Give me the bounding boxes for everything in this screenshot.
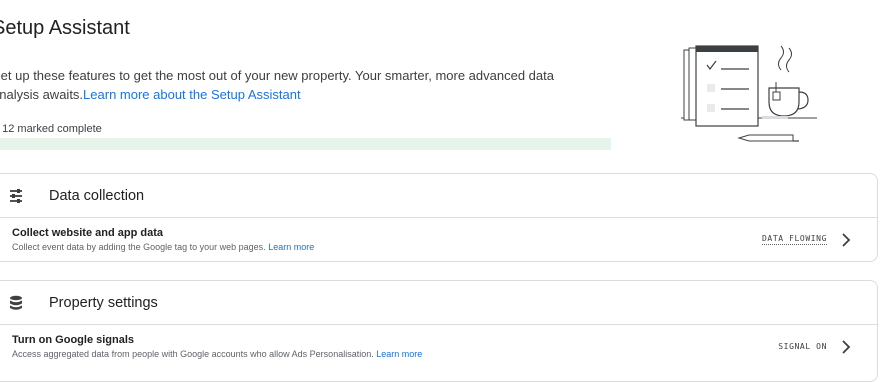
data-collection-card: Data collection Collect website and app … [0, 173, 878, 262]
progress-text: / 12 marked complete [0, 123, 102, 135]
database-icon [8, 295, 24, 311]
page-description: Set up these features to get the most ou… [0, 66, 592, 104]
task-description: Collect event data by adding the Google … [12, 242, 762, 252]
data-collection-header: Data collection [0, 174, 877, 218]
turn-on-google-signals-row[interactable]: Turn on Google signals Access aggregated… [0, 325, 877, 368]
property-settings-header: Property settings [0, 281, 877, 325]
chevron-right-icon[interactable] [841, 339, 851, 354]
section-title: Data collection [49, 187, 145, 204]
task-description-text: Collect event data by adding the Google … [12, 242, 266, 252]
setup-checklist-illustration [681, 45, 817, 142]
learn-more-link[interactable]: Learn more [268, 242, 314, 252]
status-badge: DATA FLOWING [762, 234, 827, 245]
learn-more-link[interactable]: Learn more [376, 349, 422, 359]
task-title: Collect website and app data [12, 227, 163, 239]
status-badge: SIGNAL ON [778, 342, 827, 351]
task-title: Turn on Google signals [12, 334, 135, 346]
task-description: Access aggregated data from people with … [12, 349, 778, 359]
progress-bar [0, 138, 611, 150]
tune-icon [8, 188, 24, 204]
collect-website-app-data-row[interactable]: Collect website and app data Collect eve… [0, 218, 877, 261]
section-title: Property settings [49, 294, 158, 311]
property-settings-card: Property settings Turn on Google signals… [0, 280, 878, 382]
task-description-text: Access aggregated data from people with … [12, 349, 374, 359]
learn-more-setup-assistant-link[interactable]: Learn more about the Setup Assistant [83, 87, 301, 102]
page-title: Setup Assistant [0, 17, 130, 39]
chevron-right-icon[interactable] [841, 232, 851, 247]
